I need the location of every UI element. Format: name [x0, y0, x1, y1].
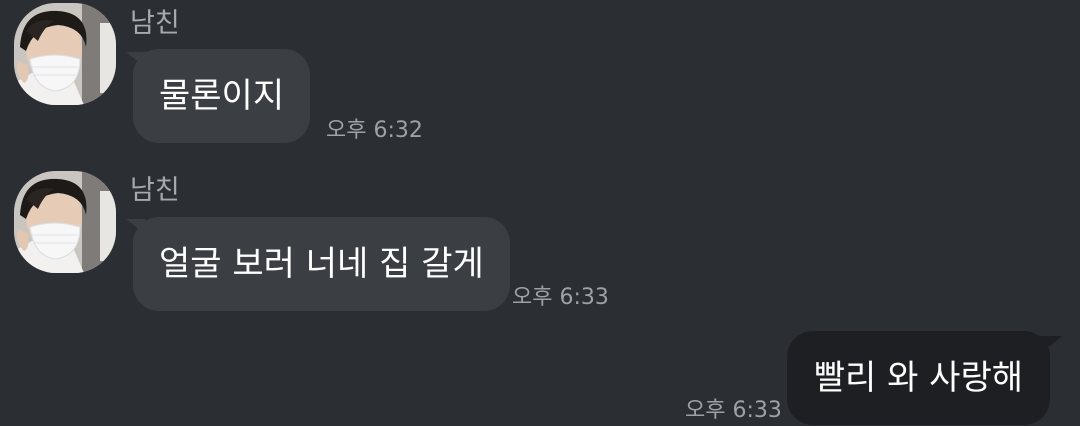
- message-timestamp: 오후 6:33: [685, 398, 782, 423]
- avatar-photo-icon: [14, 171, 116, 273]
- message-timestamp: 오후 6:32: [326, 118, 423, 143]
- message-bubble[interactable]: 얼굴 보러 너네 집 갈게: [133, 217, 510, 311]
- sender-name: 남친: [130, 175, 180, 206]
- sender-avatar[interactable]: [14, 3, 116, 105]
- message-bubble-outgoing[interactable]: 빨리 와 사랑해: [786, 331, 1050, 425]
- message-timestamp: 오후 6:33: [512, 285, 609, 310]
- message-bubble[interactable]: 물론이지: [133, 49, 311, 143]
- sender-name: 남친: [130, 8, 180, 39]
- sender-avatar[interactable]: [14, 171, 116, 273]
- avatar-photo-icon: [14, 3, 116, 105]
